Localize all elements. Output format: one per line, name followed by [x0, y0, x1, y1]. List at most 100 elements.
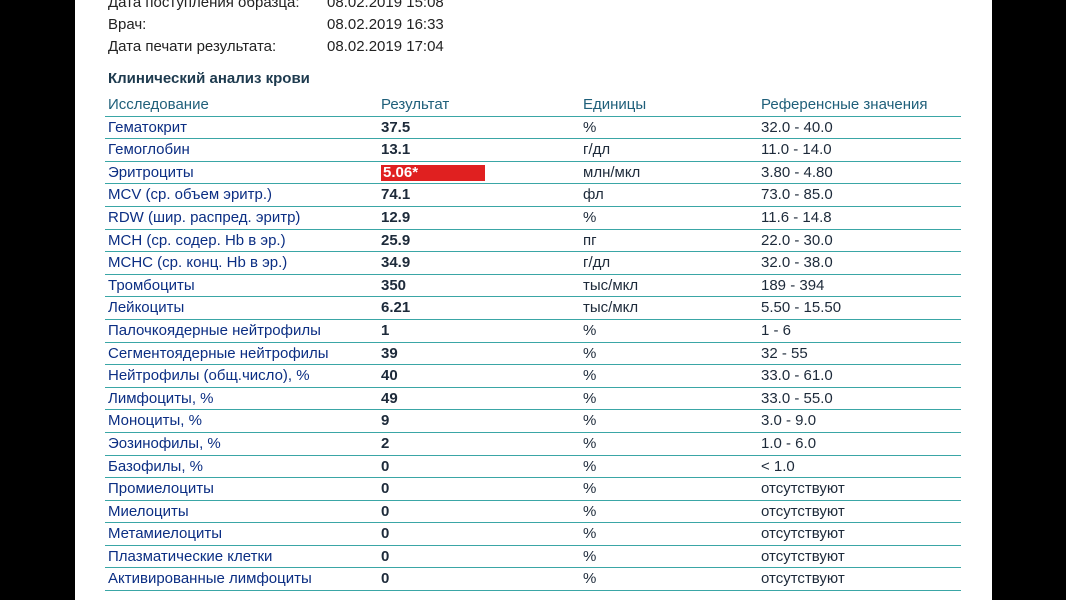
- cell-result: 1: [381, 321, 390, 339]
- cell-test-name: Плазматические клетки: [108, 547, 273, 565]
- cell-test-name: Эритроциты: [108, 163, 194, 181]
- table-row: RDW (шир. распред. эритр) 12.9% 11.6 - 14.…: [105, 207, 961, 230]
- cell-unit: %: [583, 118, 597, 136]
- cell-test-name: Сегментоядерные нейтрофилы: [108, 344, 329, 362]
- cell-result-flagged: 5.06*: [381, 164, 485, 181]
- cell-result: 39: [381, 344, 398, 362]
- cell-unit: %: [583, 570, 597, 588]
- cell-reference-range: < 1.0: [761, 457, 795, 475]
- cell-unit: %: [583, 367, 597, 385]
- cell-reference-range: 32.0 - 40.0: [761, 118, 833, 136]
- cell-result: 6.21: [381, 299, 411, 317]
- cell-reference-range: 1 - 6: [761, 321, 792, 339]
- meta-row-sample-date: Дата поступления образца: 08.02.2019 15:…: [108, 0, 608, 14]
- table-row: Метамиелоциты 0% отсутствуют: [105, 523, 961, 546]
- cell-reference-range: 189 - 394: [761, 276, 825, 294]
- report-page: Дата поступления образца: 08.02.2019 15:…: [75, 0, 992, 600]
- cell-test-name: Гематокрит: [108, 118, 187, 136]
- cell-result: 0: [381, 457, 390, 475]
- cell-result: 9: [381, 412, 390, 430]
- cell-test-name: Эозинофилы, %: [108, 434, 221, 452]
- cell-test-name: MCH (ср. содер. Hb в эр.): [108, 231, 286, 249]
- cell-test-name: Миелоциты: [108, 502, 189, 520]
- cell-result: 37.5: [381, 118, 411, 136]
- table-row: MCV (ср. объем эритр.) 74.1 фл 73.0 - 85.0: [105, 184, 961, 207]
- table-row: Гемоглобин 13.1 г/дл 11.0 - 14.0: [105, 139, 961, 162]
- cell-reference-range: 3.80 - 4.80: [761, 163, 833, 181]
- cell-reference-range: 11.6 - 14.8: [761, 208, 832, 226]
- cell-reference-range: 5.50 - 15.50: [761, 299, 842, 317]
- cell-unit: фл: [583, 186, 604, 204]
- meta-row-doctor: Врач: 08.02.2019 16:33: [108, 14, 608, 36]
- header-ref: Референсные значения: [761, 96, 928, 113]
- cell-result: 0: [381, 480, 390, 498]
- table-row: Эритроциты 5.06* млн/мкл 3.80 - 4.80: [105, 162, 961, 185]
- cell-unit: %: [583, 389, 597, 407]
- cell-result: 34.9: [381, 254, 411, 272]
- report-meta: Дата поступления образца: 08.02.2019 15:…: [108, 0, 608, 58]
- header-name: Исследование: [108, 96, 209, 113]
- table-row: Моноциты, % 9% 3.0 - 9.0: [105, 410, 961, 433]
- cell-reference-range: 1.0 - 6.0: [761, 434, 817, 452]
- cell-reference-range: 11.0 - 14.0: [761, 141, 832, 159]
- cell-unit: г/дл: [583, 141, 611, 159]
- table-header-row: Исследование Результат Единицы Референсн…: [105, 94, 961, 117]
- cell-reference-range: 3.0 - 9.0: [761, 412, 817, 430]
- cell-reference-range: отсутствуют: [761, 480, 845, 498]
- cell-test-name: Метамиелоциты: [108, 525, 222, 543]
- meta-row-print-date: Дата печати результата: 08.02.2019 17:04: [108, 36, 608, 58]
- cell-test-name: Базофилы, %: [108, 457, 203, 475]
- cell-result: 0: [381, 525, 390, 543]
- table-row: Гематокрит 37.5% 32.0 - 40.0: [105, 117, 961, 140]
- table-row: Лимфоциты, % 49% 33.0 - 55.0: [105, 388, 961, 411]
- cell-reference-range: 73.0 - 85.0: [761, 186, 833, 204]
- cell-result: 13.1: [381, 141, 411, 159]
- cell-test-name: Нейтрофилы (общ.число), %: [108, 367, 310, 385]
- cell-test-name: MCHC (ср. конц. Hb в эр.): [108, 254, 288, 272]
- table-row: MCH (ср. содер. Hb в эр.) 25.9 пг 22.0 - 30…: [105, 230, 961, 253]
- cell-reference-range: 22.0 - 30.0: [761, 231, 833, 249]
- meta-value: 08.02.2019 16:33: [327, 16, 444, 33]
- cell-test-name: Гемоглобин: [108, 141, 190, 159]
- meta-value: 08.02.2019 15:08: [327, 0, 444, 11]
- table-row: Сегментоядерные нейтрофилы 39% 32 - 55: [105, 343, 961, 366]
- header-result: Результат: [381, 96, 450, 113]
- cell-unit: г/дл: [583, 254, 611, 272]
- section-title: Клинический анализ крови: [108, 70, 310, 87]
- cell-result: 0: [381, 570, 390, 588]
- table-row: Миелоциты 0% отсутствуют: [105, 501, 961, 524]
- cell-unit: тыс/мкл: [583, 276, 639, 294]
- cell-test-name: RDW (шир. распред. эритр): [108, 208, 301, 226]
- cell-test-name: MCV (ср. объем эритр.): [108, 186, 273, 204]
- meta-value: 08.02.2019 17:04: [327, 38, 444, 55]
- table-row: Плазматические клетки 0% отсутствуют: [105, 546, 961, 569]
- meta-label: Дата поступления образца:: [108, 0, 300, 11]
- cell-test-name: Палочкоядерные нейтрофилы: [108, 321, 321, 339]
- cell-result: 40: [381, 367, 398, 385]
- table-row: Промиелоциты 0% отсутствуют: [105, 478, 961, 501]
- table-row: Базофилы, % 0% < 1.0: [105, 456, 961, 479]
- cell-result: 12.9: [381, 208, 411, 226]
- cell-result: 74.1: [381, 186, 411, 204]
- results-table: Исследование Результат Единицы Референсн…: [105, 94, 961, 592]
- table-row: Эозинофилы, % 2% 1.0 - 6.0: [105, 433, 961, 456]
- cell-unit: пг: [583, 231, 597, 249]
- table-row: Активированные лимфоциты 0% отсутствуют: [105, 568, 961, 592]
- cell-reference-range: 33.0 - 55.0: [761, 389, 833, 407]
- meta-label: Врач:: [108, 16, 147, 33]
- cell-unit: %: [583, 344, 597, 362]
- cell-reference-range: отсутствуют: [761, 547, 845, 565]
- table-row: Палочкоядерные нейтрофилы 1% 1 - 6: [105, 320, 961, 343]
- cell-unit: тыс/мкл: [583, 299, 639, 317]
- cell-result: 350: [381, 276, 407, 294]
- table-row: Тромбоциты 350 тыс/мкл 189 - 394: [105, 275, 961, 298]
- cell-reference-range: 32.0 - 38.0: [761, 254, 833, 272]
- meta-label: Дата печати результата:: [108, 38, 277, 55]
- cell-unit: %: [583, 412, 597, 430]
- cell-reference-range: отсутствуют: [761, 570, 845, 588]
- cell-test-name: Моноциты, %: [108, 412, 202, 430]
- cell-result: 0: [381, 547, 390, 565]
- cell-test-name: Лимфоциты, %: [108, 389, 214, 407]
- cell-unit: %: [583, 434, 597, 452]
- cell-unit: млн/мкл: [583, 163, 641, 181]
